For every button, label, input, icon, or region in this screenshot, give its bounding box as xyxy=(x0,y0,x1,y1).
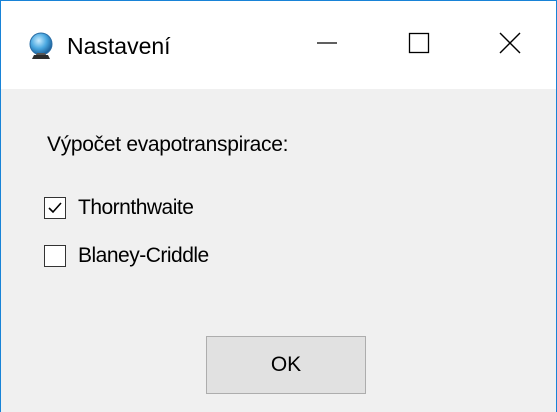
close-icon xyxy=(499,32,521,59)
evapotranspiration-label: Výpočet evapotranspirace: xyxy=(47,133,289,156)
check-icon xyxy=(48,202,62,214)
settings-dialog: Nastavení Výpočet evapotranspirace: Thor… xyxy=(0,0,557,412)
thornthwaite-label: Thornthwaite xyxy=(78,196,194,219)
minimize-button[interactable] xyxy=(281,1,373,89)
minimize-icon xyxy=(316,32,338,59)
dialog-body: Výpočet evapotranspirace: Thornthwaite B… xyxy=(1,89,556,412)
option-thornthwaite[interactable]: Thornthwaite xyxy=(44,194,194,222)
maximize-button[interactable] xyxy=(373,1,465,89)
ok-button[interactable]: OK xyxy=(206,336,366,394)
close-button[interactable] xyxy=(464,1,556,89)
option-blaney-criddle[interactable]: Blaney-Criddle xyxy=(44,242,209,270)
blaney-criddle-checkbox[interactable] xyxy=(44,245,66,267)
maximize-icon xyxy=(408,32,430,59)
thornthwaite-checkbox[interactable] xyxy=(44,197,66,219)
title-bar[interactable]: Nastavení xyxy=(1,1,556,89)
globe-icon xyxy=(28,32,54,60)
window-title: Nastavení xyxy=(67,33,171,59)
blaney-criddle-label: Blaney-Criddle xyxy=(78,244,209,267)
